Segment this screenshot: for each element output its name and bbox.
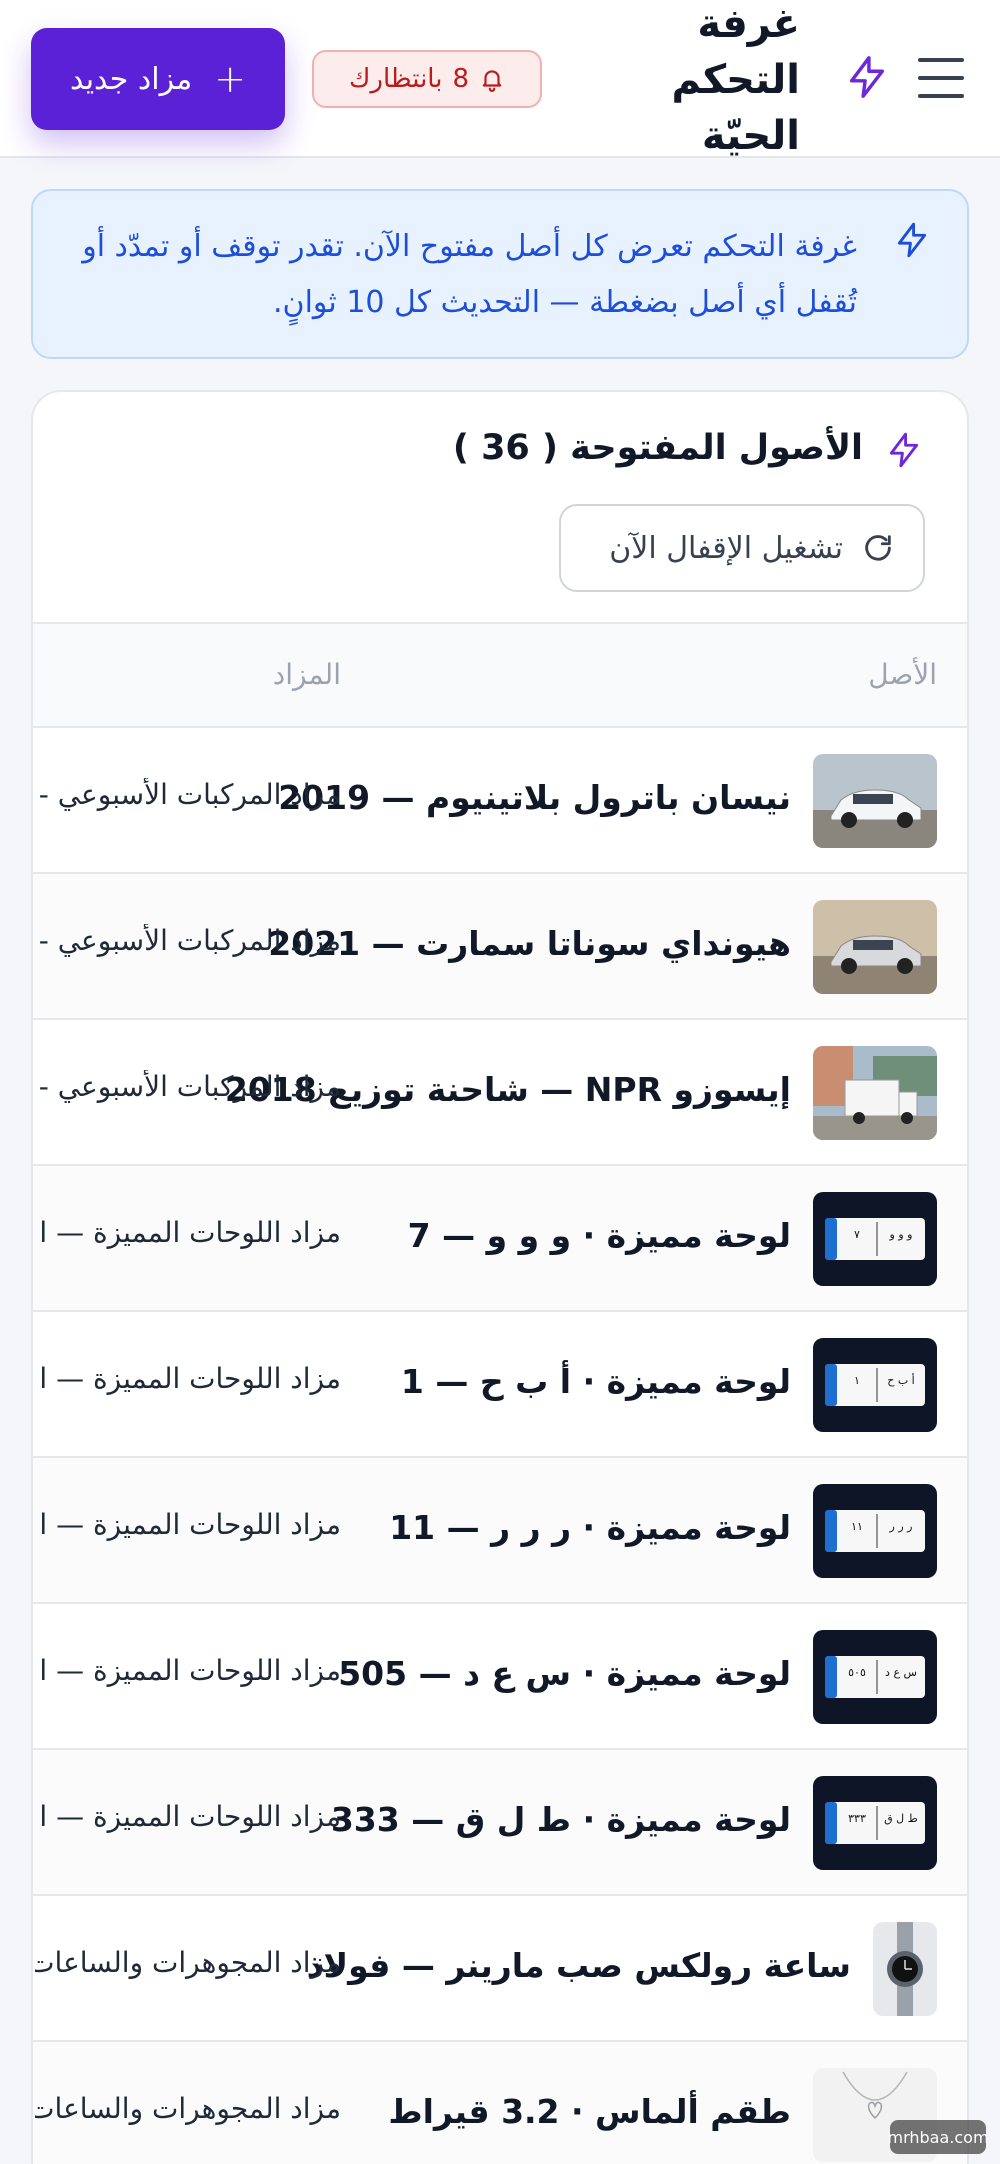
table-row[interactable]: أ ب ح ١ لوحة مميزة · أ ب ح — 1 مزاد اللوح… (33, 1312, 967, 1458)
bell-icon (482, 70, 502, 92)
table-row[interactable]: إيسوزو NPR — شاحنة توزيع 2018 مزاد المركب… (33, 1020, 967, 1166)
table-header: الأصل المزاد (33, 622, 967, 728)
bolt-icon (849, 56, 885, 98)
svg-text:و و و: و و و (889, 1228, 913, 1241)
svg-text:ط ل ق: ط ل ق (884, 1812, 918, 1825)
auction-name: مزاد اللوحات المميزة — ا (39, 1362, 341, 1395)
auction-name: مزاد اللوحات المميزة — ا (39, 1654, 341, 1687)
table-row[interactable]: ط ل ق ٣٣٣ لوحة مميزة · ط ل ق — 333 مزاد ا… (33, 1750, 967, 1896)
refresh-icon (865, 535, 891, 561)
bolt-icon (897, 222, 927, 258)
plate-icon: س ع د ٥٠٥ (813, 1630, 937, 1724)
plus-icon: + (214, 57, 247, 101)
auction-name: مزاد المجوهرات والساعات (35, 2092, 341, 2125)
bolt-icon (889, 432, 919, 468)
car-icon (813, 754, 937, 848)
new-auction-label: مزاد جديد (69, 61, 193, 97)
auction-name: مزاد اللوحات المميزة — ا (39, 1508, 341, 1541)
assets-table-body: نيسان باترول بلاتينيوم — 2019 مزاد المركب… (33, 728, 967, 2164)
page-title: غرفة التحكم الحيّة (671, 1, 800, 159)
open-assets-card: الأصول المفتوحة ( 36 ) تشغيل الإقفال الآ… (31, 390, 969, 2164)
asset-name[interactable]: طقم ألماس · 3.2 قيراط (388, 2092, 791, 2131)
auction-name: مزاد اللوحات المميزة — ا (39, 1216, 341, 1249)
plate-icon: ر ر ر ١١ (813, 1484, 937, 1578)
plate-icon: أ ب ح ١ (813, 1338, 937, 1432)
svg-text:١: ١ (854, 1374, 860, 1387)
table-row[interactable]: ر ر ر ١١ لوحة مميزة · ر ر ر — 11 مزاد الل… (33, 1458, 967, 1604)
asset-name[interactable]: لوحة مميزة · أ ب ح — 1 (401, 1362, 791, 1401)
asset-name[interactable]: لوحة مميزة · س ع د — 505 (338, 1654, 791, 1693)
new-auction-button[interactable]: + مزاد جديد (31, 28, 285, 130)
pending-label: بانتظارك (348, 64, 443, 94)
card-header: الأصول المفتوحة ( 36 ) تشغيل الإقفال الآ… (33, 392, 967, 622)
svg-text:س ع د: س ع د (885, 1666, 917, 1679)
truck-icon (813, 1046, 937, 1140)
auction-name: مزاد المجوهرات والساعات (35, 1946, 341, 1979)
pending-badge[interactable]: 8 بانتظارك (312, 50, 542, 108)
svg-text:٥٠٥: ٥٠٥ (848, 1666, 866, 1679)
svg-text:أ ب ح: أ ب ح (887, 1373, 915, 1387)
pending-count: 8 (452, 64, 470, 94)
auction-name: مزاد المركبات الأسبوعي - (38, 778, 341, 811)
plate-icon: ط ل ق ٣٣٣ (813, 1776, 937, 1870)
table-row[interactable]: و و و ٧ لوحة مميزة · و و و — 7 مزاد اللوح… (33, 1166, 967, 1312)
asset-name[interactable]: نيسان باترول بلاتينيوم — 2019 (278, 778, 791, 817)
svg-text:ر ر ر: ر ر ر (889, 1520, 913, 1533)
asset-name[interactable]: لوحة مميزة · و و و — 7 (408, 1216, 791, 1255)
asset-name[interactable]: ساعة رولكس صب مارينر — فولاذ (307, 1946, 851, 1985)
column-header-asset: الأصل (868, 658, 937, 691)
table-row[interactable]: هيونداي سوناتا سمارت — 2021 مزاد المركبات… (33, 874, 967, 1020)
top-bar: غرفة التحكم الحيّة 8 بانتظارك + مزاد جدي… (0, 0, 1000, 159)
run-closing-button[interactable]: تشغيل الإقفال الآن (559, 504, 925, 592)
hamburger-menu-icon[interactable] (918, 58, 964, 98)
asset-name[interactable]: لوحة مميزة · ر ر ر — 11 (389, 1508, 791, 1547)
auction-name: مزاد المركبات الأسبوعي - (38, 924, 341, 957)
info-banner-text: غرفة التحكم تعرض كل أصل مفتوح الآن. تقدر… (82, 229, 857, 320)
car-icon (813, 900, 937, 994)
asset-name[interactable]: هيونداي سوناتا سمارت — 2021 (268, 924, 791, 963)
watermark: mrhbaa.com (887, 2120, 989, 2154)
asset-name[interactable]: لوحة مميزة · ط ل ق — 333 (331, 1800, 791, 1839)
column-header-auction: المزاد (272, 658, 341, 691)
table-row[interactable]: طقم ألماس · 3.2 قيراط مزاد المجوهرات والس… (33, 2042, 967, 2164)
card-title: الأصول المفتوحة ( 36 ) (452, 428, 863, 468)
table-row[interactable]: نيسان باترول بلاتينيوم — 2019 مزاد المركب… (33, 728, 967, 874)
table-row[interactable]: س ع د ٥٠٥ لوحة مميزة · س ع د — 505 مزاد ا… (33, 1604, 967, 1750)
svg-text:٣٣٣: ٣٣٣ (848, 1812, 866, 1825)
run-closing-label: تشغيل الإقفال الآن (609, 530, 843, 566)
info-banner: غرفة التحكم تعرض كل أصل مفتوح الآن. تقدر… (31, 189, 969, 359)
svg-text:٧: ٧ (854, 1228, 860, 1241)
auction-name: مزاد المركبات الأسبوعي - (38, 1070, 341, 1103)
watch-icon (873, 1922, 937, 2016)
plate-icon: و و و ٧ (813, 1192, 937, 1286)
svg-text:١١: ١١ (851, 1520, 863, 1533)
table-row[interactable]: ساعة رولكس صب مارينر — فولاذ مزاد المجوهر… (33, 1896, 967, 2042)
auction-name: مزاد اللوحات المميزة — ا (39, 1800, 341, 1833)
